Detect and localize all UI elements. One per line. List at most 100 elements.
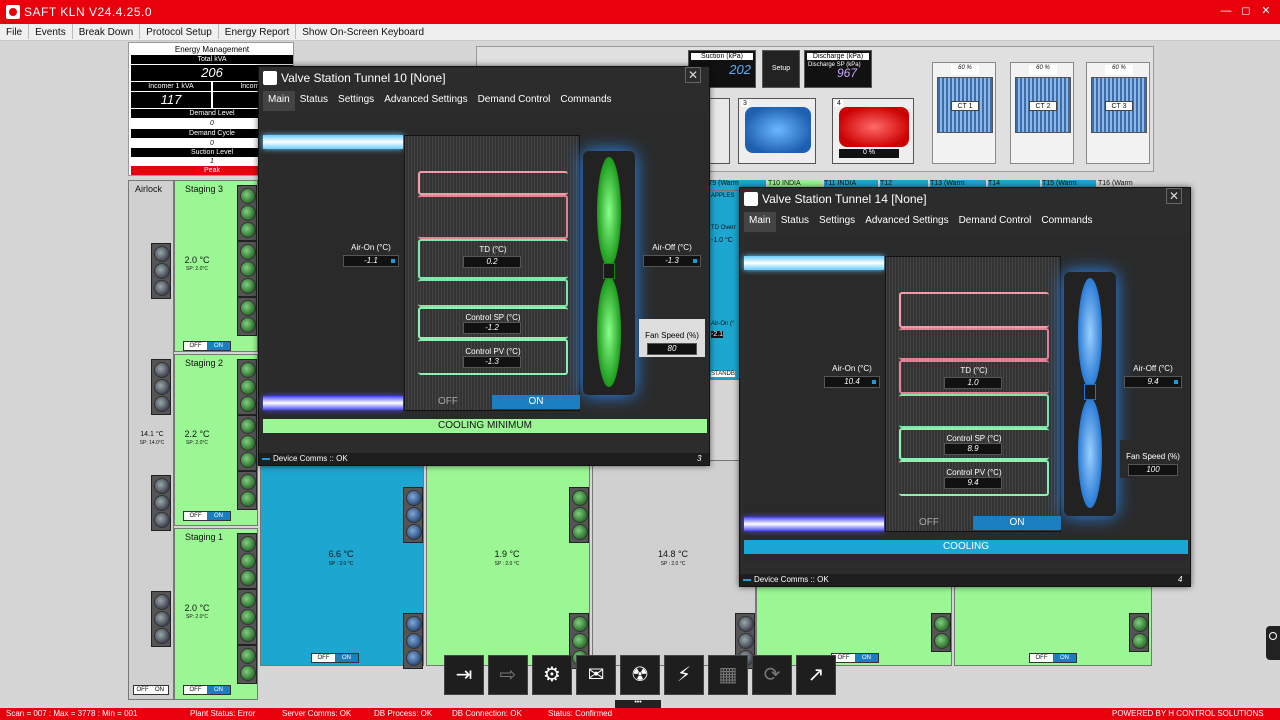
tab-main[interactable]: Main xyxy=(744,212,776,232)
ct2-label: CT 2 xyxy=(1029,101,1057,111)
compressor-3[interactable]: 3 xyxy=(738,98,816,164)
tunnel-9-card[interactable]: APPLES TD Overr -1.0 °C Air-On (° -2.1 S… xyxy=(708,190,742,380)
tab-commands[interactable]: Commands xyxy=(1036,212,1097,232)
fan-speed-value: 80 xyxy=(647,343,697,355)
holding-room-2-card[interactable]: 1.9 °C SP : 2.0 °C xyxy=(426,460,590,669)
login-button[interactable]: ⇥ xyxy=(444,655,484,695)
airlock-sp: SP: 14.0°C xyxy=(139,440,165,446)
dialog-tunnel-14-status: COOLING xyxy=(744,540,1188,554)
airlock-toggle[interactable]: OFF ON xyxy=(133,685,169,695)
dialog-tunnel-14-close-button[interactable]: ✕ xyxy=(1166,188,1182,204)
on-button[interactable]: ON xyxy=(492,395,580,409)
compressor-4[interactable]: 4 0 % xyxy=(832,98,914,164)
tab-advanced-settings[interactable]: Advanced Settings xyxy=(860,212,953,232)
holding-room-4-toggle[interactable]: OFF ON xyxy=(831,653,879,663)
holding-room-1-toggle[interactable]: OFF ON xyxy=(311,653,359,663)
plant-logo-button[interactable]: ☢ xyxy=(620,655,660,695)
toolbar-more-handle[interactable]: ••• xyxy=(615,699,661,708)
dialog-tunnel-10-comms: Device Comms :: OK xyxy=(259,453,709,465)
holding-room-2-sp: SP : 2.0 °C xyxy=(494,561,520,567)
staging-2-title: Staging 2 xyxy=(185,358,224,368)
menu-file[interactable]: File xyxy=(0,24,30,39)
plant-setup-button[interactable]: Setup xyxy=(762,50,800,88)
expand-button[interactable]: ↗ xyxy=(796,655,836,695)
staging-2-toggle[interactable]: OFF ON xyxy=(183,511,231,521)
user-settings-button[interactable]: ⚙ xyxy=(532,655,572,695)
airlock-card[interactable]: Airlock 14.1 °C SP: 14.0°C OFF ON xyxy=(128,180,174,700)
holding-room-1-sp: SP : 2.0 °C xyxy=(328,561,354,567)
tab-settings[interactable]: Settings xyxy=(814,212,860,232)
holding-room-5-toggle[interactable]: OFF ON xyxy=(1029,653,1077,663)
fan-housing xyxy=(1064,272,1116,516)
maximize-icon[interactable]: ◻ xyxy=(1238,3,1254,19)
staging-2-card[interactable]: Staging 2 2.2 °C SP: 2.0°C OFF ON xyxy=(174,354,258,526)
menu-energy-report[interactable]: Energy Report xyxy=(219,24,297,39)
fan-speed-label: Fan Speed (%) xyxy=(1126,452,1180,461)
menu-bar: File Events Break Down Protocol Setup Energy… xyxy=(0,24,1280,41)
logout-button[interactable]: ⇨ xyxy=(488,655,528,695)
holding-room-1-card[interactable]: 6.6 °C SP : 2.0 °C OFF ON xyxy=(260,460,424,669)
tab-status[interactable]: Status xyxy=(776,212,814,232)
tab-main[interactable]: Main xyxy=(263,91,295,111)
side-handle-icon xyxy=(1269,632,1277,640)
dialog-tunnel-14-onoff[interactable]: OFF ON xyxy=(885,516,1061,530)
compressor-3-image xyxy=(745,107,811,153)
off-button[interactable]: OFF xyxy=(404,395,492,409)
cooling-tower-1[interactable]: 60 % CT 1 xyxy=(932,62,996,164)
cooling-tower-3[interactable]: 60 % CT 3 xyxy=(1086,62,1150,164)
staging-3-toggle[interactable]: OFF ON xyxy=(183,341,231,351)
messages-button[interactable]: ✉ xyxy=(576,655,616,695)
holding-room-3-card[interactable]: 14.8 °C SP : 2.0 °C xyxy=(592,460,756,669)
staging-3-card[interactable]: Staging 3 2.0 °C SP: 2.0°C OFF ON xyxy=(174,180,258,352)
tab-status[interactable]: Status xyxy=(295,91,333,111)
tab-settings[interactable]: Settings xyxy=(333,91,379,111)
control-pv-value: 9.4 xyxy=(944,477,1002,489)
air-on-label: Air-On (°C) xyxy=(832,364,872,373)
dialog-tunnel-10-close-button[interactable]: ✕ xyxy=(685,67,701,83)
menu-on-screen-keyboard[interactable]: Show On-Screen Keyboard xyxy=(296,24,430,39)
menu-events[interactable]: Events xyxy=(29,24,73,39)
minimize-icon[interactable]: — xyxy=(1218,3,1234,19)
floppy-disk-icon: ▦ xyxy=(718,664,738,686)
air-on-duct xyxy=(744,256,884,270)
fan-hub-icon xyxy=(1084,384,1096,400)
air-off-value: 9.4 xyxy=(1124,376,1182,388)
dialog-tunnel-10-body: Air-On (°C) -1.1 TD (°C) 0.2 Control SP … xyxy=(263,113,707,441)
staging-1-toggle[interactable]: OFF ON xyxy=(183,685,231,695)
tab-demand-control[interactable]: Demand Control xyxy=(954,212,1037,232)
cooling-tower-2[interactable]: 60 % CT 2 xyxy=(1010,62,1074,164)
save-button[interactable]: ▦ xyxy=(708,655,748,695)
refresh-button[interactable]: ⟳ xyxy=(752,655,792,695)
holding-room-5-card[interactable]: OFF ON xyxy=(954,584,1152,666)
menu-break-down[interactable]: Break Down xyxy=(73,24,141,39)
menu-protocol-setup[interactable]: Protocol Setup xyxy=(140,24,219,39)
airlock-temp: 14.1 °C xyxy=(140,431,164,438)
air-off-label: Air-Off (°C) xyxy=(652,243,692,252)
on-button[interactable]: ON xyxy=(973,516,1061,530)
staging-2-temp: 2.2 °C xyxy=(184,429,210,439)
ct3-label: CT 3 xyxy=(1105,101,1133,111)
air-off-label: Air-Off (°C) xyxy=(1133,364,1173,373)
server-comms-status: Server Comms: OK xyxy=(282,709,352,718)
tab-commands[interactable]: Commands xyxy=(555,91,616,111)
side-panel-handle[interactable] xyxy=(1266,626,1280,660)
staging-1-card[interactable]: Staging 1 2.0 °C SP: 2.0°C OFF ON xyxy=(174,528,258,700)
td-label: TD (°C) xyxy=(479,245,507,254)
energy-header: Energy Management xyxy=(174,45,250,54)
staging-2-sp: SP: 2.0°C xyxy=(185,440,208,446)
status-bar: Scan = 007 : Max = 3778 : Min = 001 Plan… xyxy=(0,708,1280,720)
close-icon[interactable]: ✕ xyxy=(1258,3,1274,19)
powered-by: POWERED BY H CONTROL SOLUTIONS xyxy=(1112,709,1264,718)
control-pv-label: Control PV (°C) xyxy=(946,468,1002,477)
dialog-tunnel-10-onoff[interactable]: OFF ON xyxy=(404,395,580,409)
holding-room-4-card[interactable]: OFF ON xyxy=(756,584,952,666)
dialog-tunnel-14-number: 4 xyxy=(1178,575,1183,584)
off-button[interactable]: OFF xyxy=(885,516,973,530)
tab-advanced-settings[interactable]: Advanced Settings xyxy=(379,91,472,111)
fan-speed-panel: Fan Speed (%) 80 xyxy=(639,319,705,357)
logout-icon: ⇨ xyxy=(499,664,517,686)
refresh-icon: ⟳ xyxy=(763,664,781,686)
tab-demand-control[interactable]: Demand Control xyxy=(473,91,556,111)
dialog-tunnel-14-body: Air-On (°C) 10.4 TD (°C) 1.0 Control SP … xyxy=(744,234,1188,562)
energy-button[interactable]: ⚡ xyxy=(664,655,704,695)
